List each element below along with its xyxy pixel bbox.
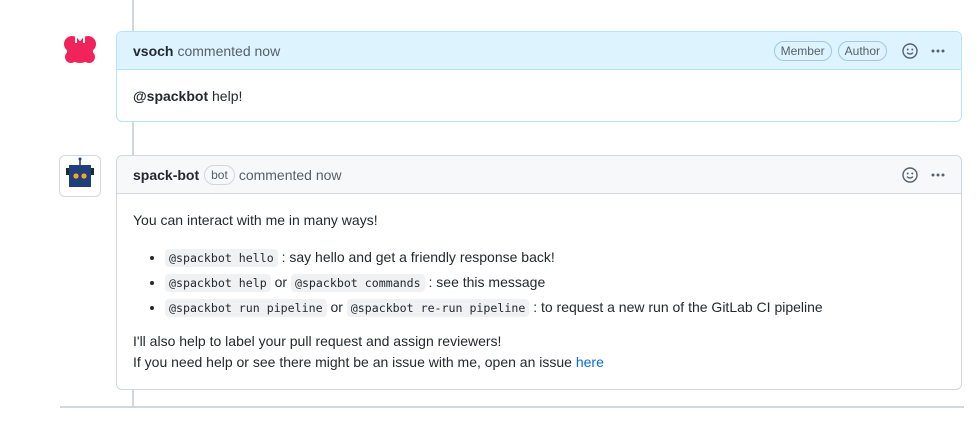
command-description: : say hello and get a friendly response …: [281, 249, 555, 265]
comment-header-actions: [893, 164, 949, 186]
comment-text: help!: [212, 88, 243, 104]
bot-footer: I'll also help to label your pull reques…: [133, 331, 945, 373]
smiley-icon[interactable]: [899, 40, 921, 62]
smiley-icon[interactable]: [899, 164, 921, 186]
footer-text: If you need help or see there might be a…: [133, 354, 572, 370]
comment-header: vsoch commented now Member Author: [117, 32, 961, 70]
issue-timeline: vsoch commented now Member Author @spack…: [0, 0, 977, 425]
timeline-line: [132, 0, 134, 31]
command-code: @spackbot help: [165, 274, 271, 292]
comment-author[interactable]: spack-bot: [133, 167, 199, 183]
bot-intro-text: You can interact with me in many ways!: [133, 212, 378, 228]
comment-header: spack-bot bot commented now: [117, 156, 961, 194]
comment-body: @spackbot help!: [133, 86, 945, 106]
or-text: or: [330, 299, 343, 315]
list-item: @spackbot run pipeline or @spackbot re-r…: [165, 297, 945, 318]
timeline-line: [132, 122, 134, 155]
spack-bot-avatar-image: [60, 156, 100, 196]
kebab-horizontal-icon[interactable]: [927, 40, 949, 62]
footer-line: I'll also help to label your pull reques…: [133, 333, 502, 349]
avatar-spack-bot[interactable]: [59, 155, 101, 197]
user-mention[interactable]: @spackbot: [133, 88, 208, 104]
comment-vsoch: vsoch commented now Member Author @spack…: [116, 31, 962, 122]
bot-badge: bot: [204, 164, 235, 185]
command-code: @spackbot re-run pipeline: [346, 299, 530, 317]
kebab-horizontal-icon[interactable]: [927, 164, 949, 186]
comment-timestamp[interactable]: commented now: [239, 167, 342, 183]
timeline-divider: [60, 406, 964, 408]
vsoch-avatar-image: [60, 30, 100, 70]
comment-timestamp[interactable]: commented now: [177, 43, 280, 59]
command-code: @spackbot hello: [165, 249, 278, 267]
footer-line: If you need help or see there might be a…: [133, 352, 945, 373]
comment-author[interactable]: vsoch: [133, 43, 173, 59]
command-description: : see this message: [428, 274, 546, 290]
list-item: @spackbot hello : say hello and get a fr…: [165, 247, 945, 268]
command-list: @spackbot hello : say hello and get a fr…: [133, 247, 945, 318]
timeline-line: [132, 390, 134, 406]
command-description: : to request a new run of the GitLab CI …: [533, 299, 823, 315]
list-item: @spackbot help or @spackbot commands : s…: [165, 272, 945, 293]
avatar-vsoch[interactable]: [60, 30, 100, 70]
comment-body: You can interact with me in many ways! @…: [133, 210, 945, 373]
author-badge: Author: [837, 40, 887, 61]
open-issue-link[interactable]: here: [576, 354, 604, 370]
comment-header-actions: Member Author: [768, 40, 949, 62]
member-badge: Member: [773, 40, 832, 61]
command-code: @spackbot run pipeline: [165, 299, 327, 317]
command-code: @spackbot commands: [290, 274, 425, 292]
comment-spack-bot: spack-bot bot commented now You can inte…: [116, 155, 962, 390]
or-text: or: [274, 274, 288, 290]
